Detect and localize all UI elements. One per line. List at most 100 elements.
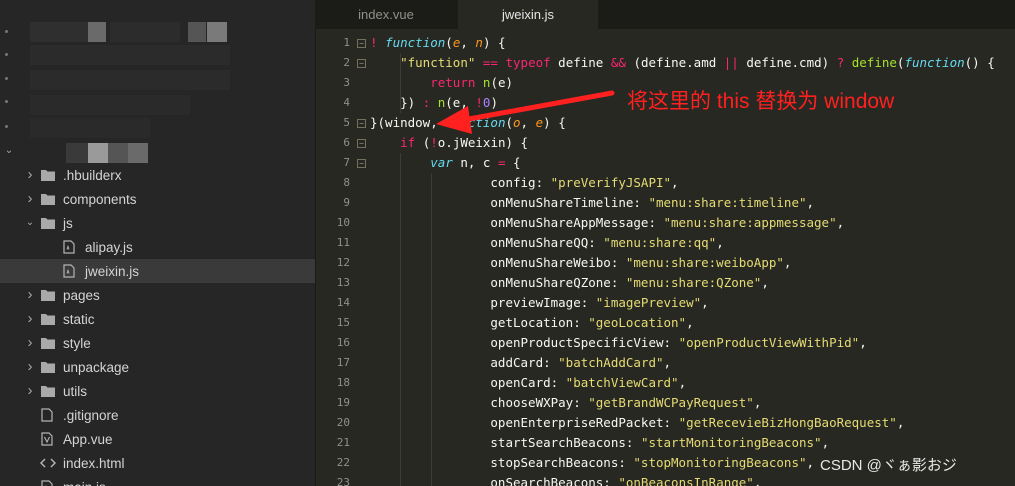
code-token: n bbox=[475, 35, 483, 50]
line-number: 21 bbox=[336, 436, 350, 449]
tree-item[interactable]: ⌄ js bbox=[0, 211, 316, 235]
code-token: getLocation: bbox=[370, 315, 589, 330]
chevron-right-icon[interactable]: › bbox=[24, 335, 36, 350]
tree-item[interactable]: › .hbuilderx bbox=[0, 163, 316, 187]
code-icon bbox=[39, 456, 57, 470]
chevron-down-icon[interactable]: ⌄ bbox=[24, 217, 36, 229]
chevron-right-icon[interactable]: › bbox=[24, 167, 36, 182]
code-text: previewImage: "imagePreview", bbox=[370, 293, 709, 313]
code-text: if (!o.jWeixin) { bbox=[370, 133, 528, 153]
tree-item-label: alipay.js bbox=[85, 239, 133, 255]
code-token: (e) bbox=[490, 75, 514, 90]
code-token: o.jWeixin) { bbox=[437, 135, 529, 150]
tree-item[interactable]: › utils bbox=[0, 379, 316, 403]
code-token: onSearchBeacons: bbox=[370, 475, 619, 486]
code-token: && bbox=[610, 55, 626, 70]
tree-item[interactable]: App.vue bbox=[0, 427, 316, 451]
code-token: "function" bbox=[400, 55, 476, 70]
code-token: , bbox=[701, 295, 709, 310]
tree-item[interactable]: › components bbox=[0, 187, 316, 211]
code-token: o bbox=[513, 115, 521, 130]
line-number: 18 bbox=[336, 376, 350, 389]
code-token: onMenuShareQZone: bbox=[370, 275, 626, 290]
code-token: "menu:share:QZone" bbox=[625, 275, 762, 290]
code-token: , bbox=[753, 395, 762, 410]
code-text: openProductSpecificView: "openProductVie… bbox=[370, 333, 866, 353]
fold-toggle-icon[interactable]: − bbox=[357, 139, 366, 148]
folder-icon bbox=[40, 384, 56, 398]
code-token: return bbox=[430, 75, 476, 90]
code-text: startSearchBeacons: "startMonitoringBeac… bbox=[370, 433, 829, 453]
tab-jweixin-js[interactable]: jweixin.js bbox=[458, 0, 598, 29]
code-text: stopSearchBeacons: "stopMonitoringBeacon… bbox=[370, 453, 814, 473]
js-file-icon bbox=[62, 240, 78, 254]
code-line: 1−! function(e, n) { bbox=[316, 33, 1015, 53]
code-token: , bbox=[896, 415, 905, 430]
tree-item[interactable]: alipay.js bbox=[0, 235, 316, 259]
chevron-right-icon[interactable]: › bbox=[24, 191, 36, 206]
code-token: function bbox=[385, 35, 446, 50]
js-file-icon bbox=[40, 480, 56, 486]
line-number: 4 bbox=[343, 96, 350, 109]
code-token: openProductSpecificView: bbox=[370, 335, 679, 350]
vue-file-icon bbox=[40, 432, 56, 446]
fold-toggle-icon[interactable]: − bbox=[357, 159, 366, 168]
tree-item-label: js bbox=[63, 215, 73, 231]
line-number: 7 bbox=[343, 156, 350, 169]
code-token: == bbox=[482, 55, 498, 70]
code-text: var n, c = { bbox=[370, 153, 520, 173]
tree-item[interactable]: › unpackage bbox=[0, 355, 316, 379]
tree-item[interactable]: main.js bbox=[0, 475, 316, 486]
code-text: ! function(e, n) { bbox=[370, 33, 506, 53]
line-number: 22 bbox=[336, 456, 350, 469]
code-token: }) bbox=[370, 95, 423, 110]
code-token: e bbox=[535, 115, 544, 130]
folder-icon bbox=[40, 192, 56, 206]
fold-toggle-icon[interactable]: − bbox=[357, 119, 366, 128]
tree-item[interactable]: index.html bbox=[0, 451, 316, 475]
code-token: }(window, bbox=[370, 115, 446, 130]
tree-item-label: components bbox=[63, 191, 137, 207]
tree-item[interactable]: .gitignore bbox=[0, 403, 316, 427]
tree-item[interactable]: › pages bbox=[0, 283, 316, 307]
code-token: , bbox=[806, 195, 815, 210]
code-line: 13 onMenuShareQZone: "menu:share:QZone", bbox=[316, 273, 1015, 293]
chevron-right-icon[interactable]: › bbox=[24, 287, 36, 302]
code-token: "preVerifyJSAPI" bbox=[550, 175, 672, 190]
chevron-right-icon[interactable]: › bbox=[24, 383, 36, 398]
chevron-down-icon[interactable]: ⌄ bbox=[3, 145, 15, 157]
code-line: 16 openProductSpecificView: "openProduct… bbox=[316, 333, 1015, 353]
chevron-right-icon[interactable]: › bbox=[24, 311, 36, 326]
code-text: }) : n(e, !0) bbox=[370, 93, 498, 113]
code-line: 12 onMenuShareWeibo: "menu:share:weiboAp… bbox=[316, 253, 1015, 273]
code-text: "function" == typeof define && (define.a… bbox=[370, 53, 995, 73]
fold-toggle-icon[interactable]: − bbox=[357, 39, 366, 48]
tab-index-vue[interactable]: index.vue bbox=[316, 0, 456, 29]
code-token: (define.amd bbox=[625, 55, 724, 70]
code-token: ) { bbox=[543, 115, 566, 130]
tree-item[interactable]: › static bbox=[0, 307, 316, 331]
line-number: 5 bbox=[343, 116, 350, 129]
code-token: "menu:share:weiboApp" bbox=[625, 255, 784, 270]
indent-guide bbox=[400, 53, 401, 113]
tree-item-label: main.js bbox=[63, 480, 106, 486]
folder-icon bbox=[40, 336, 56, 350]
code-token: , bbox=[671, 175, 679, 190]
tree-item[interactable]: › style bbox=[0, 331, 316, 355]
code-line: 6− if (!o.jWeixin) { bbox=[316, 133, 1015, 153]
indent-guide bbox=[431, 173, 432, 486]
annotation-text: 将这里的 this 替换为 window bbox=[627, 90, 895, 113]
code-token: , bbox=[520, 115, 536, 130]
fold-toggle-icon[interactable]: − bbox=[357, 59, 366, 68]
code-token: define.cmd) bbox=[738, 55, 837, 70]
code-token: onMenuShareTimeline: bbox=[370, 195, 649, 210]
tree-item[interactable]: jweixin.js bbox=[0, 259, 316, 283]
chevron-right-icon[interactable]: › bbox=[24, 359, 36, 374]
project-explorer: ⌄ › .hbuilderx › components ⌄ js alipay.js jwei… bbox=[0, 0, 316, 486]
code-token: ) bbox=[490, 95, 498, 110]
code-editor[interactable]: index.vue jweixin.js 1−! function(e, n) … bbox=[316, 0, 1015, 486]
code-token: , bbox=[806, 455, 815, 470]
code-token: ! bbox=[370, 35, 386, 50]
line-number: 13 bbox=[336, 276, 350, 289]
